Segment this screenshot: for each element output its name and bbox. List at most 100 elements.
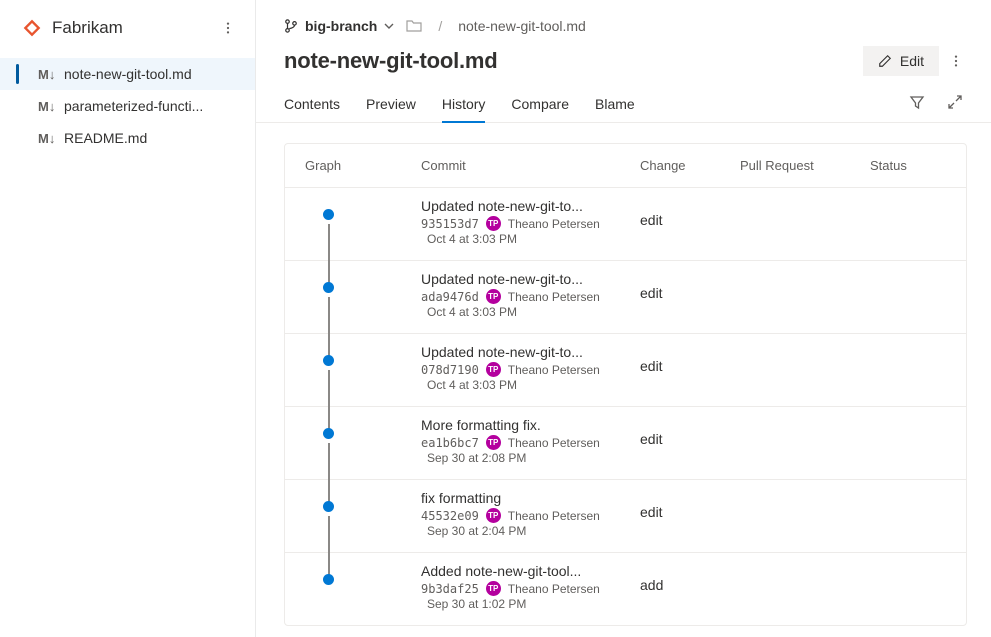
change-cell: edit [640, 344, 740, 374]
graph-cell [301, 198, 421, 250]
more-actions-icon[interactable] [949, 54, 963, 68]
file-list: M↓ note-new-git-tool.md M↓parameterized-fu… [0, 56, 255, 154]
commit-cell: fix formatting 45532e09 TP Theano PetersenS… [421, 490, 640, 538]
commit-hash[interactable]: ada9476d [421, 290, 479, 304]
commit-meta: ea1b6bc7 TP Theano Petersen [421, 435, 640, 450]
avatar: TP [486, 581, 501, 596]
commit-date: Sep 30 at 2:04 PM [421, 524, 640, 538]
commit-cell: Updated note-new-git-to... 935153d7 TP Thea… [421, 198, 640, 246]
markdown-icon: M↓ [38, 67, 56, 82]
tab-preview[interactable]: Preview [366, 88, 416, 122]
graph-cell [301, 271, 421, 323]
brand-icon [22, 18, 42, 38]
commit-cell: Updated note-new-git-to... 078d7190TPThea… [421, 344, 640, 392]
edit-label: Edit [900, 53, 924, 69]
commit-meta: 9b3daf25 TP Theano Petersen [421, 581, 640, 596]
edit-button[interactable]: Edit [863, 46, 939, 76]
history-row[interactable]: More formatting fix. ea1b6bc7 TP Theano Pet… [285, 406, 966, 479]
commit-date: Sep 30 at 2:08 PM [421, 451, 640, 465]
history-header: Graph Commit Change Pull Request Status [285, 144, 966, 187]
markdown-icon: M↓ [38, 131, 56, 146]
commit-hash[interactable]: 935153d7 [421, 217, 479, 231]
graph-cell [301, 490, 421, 542]
commit-dot-icon [323, 574, 334, 585]
sidebar-header: Fabrikam [0, 0, 255, 56]
commit-cell: More formatting fix. ea1b6bc7 TP Theano Pet… [421, 417, 640, 465]
commit-title[interactable]: fix formatting [421, 490, 640, 506]
commit-title[interactable]: Updated note-new-git-to... [421, 198, 640, 214]
history-row[interactable]: Added note-new-git-tool... 9b3daf25 TP Thea… [285, 552, 966, 625]
tab-compare[interactable]: Compare [511, 88, 569, 122]
header-status[interactable]: Status [870, 158, 950, 173]
commit-dot-icon [323, 355, 334, 366]
tabs-row: Contents Preview History Compare Blame [256, 84, 991, 123]
header-pull-request[interactable]: Pull Request [740, 158, 870, 173]
commit-title[interactable]: Added note-new-git-tool... [421, 563, 640, 579]
change-cell: edit [640, 198, 740, 228]
graph-cell [301, 563, 421, 615]
commit-dot-icon [323, 282, 334, 293]
commit-author[interactable]: Theano Petersen [508, 217, 600, 231]
branch-name: big-branch [305, 18, 377, 34]
topbar: big-branch / note-new-git-tool.md [256, 0, 991, 34]
history-table: Graph Commit Change Pull Request Status … [284, 143, 967, 626]
commit-hash[interactable]: 078d7190 [421, 363, 479, 377]
page-title: note-new-git-tool.md [284, 48, 498, 74]
fullscreen-icon[interactable] [947, 94, 963, 110]
commit-cell: Updated note-new-git-to...ada9476dTPThea… [421, 271, 640, 319]
commit-hash[interactable]: 45532e09 [421, 509, 479, 523]
commit-title[interactable]: More formatting fix. [421, 417, 640, 433]
history-row[interactable]: Updated note-new-git-to... 935153d7 TP Thea… [285, 187, 966, 260]
content: Graph Commit Change Pull Request Status … [256, 123, 991, 637]
commit-dot-icon [323, 501, 334, 512]
breadcrumb-file[interactable]: note-new-git-tool.md [458, 18, 586, 34]
brand[interactable]: Fabrikam [22, 18, 123, 38]
commit-date: Oct 4 at 3:03 PM [421, 232, 640, 246]
commit-author[interactable]: Theano Petersen [508, 436, 600, 450]
more-icon[interactable] [221, 21, 235, 35]
tab-history[interactable]: History [442, 88, 486, 122]
commit-hash[interactable]: ea1b6bc7 [421, 436, 479, 450]
header-commit[interactable]: Commit [421, 158, 640, 173]
main: big-branch / note-new-git-tool.md note-n… [256, 0, 991, 637]
avatar: TP [486, 216, 501, 231]
change-cell: edit [640, 490, 740, 520]
avatar: TP [486, 508, 501, 523]
filter-icon[interactable] [909, 94, 925, 110]
title-actions: Edit [863, 46, 963, 76]
commit-title[interactable]: Updated note-new-git-to... [421, 344, 640, 360]
commit-date: Oct 4 at 3:03 PM [421, 378, 640, 392]
history-row[interactable]: Updated note-new-git-to... 078d7190TPThea… [285, 333, 966, 406]
history-row[interactable]: Updated note-new-git-to...ada9476dTPThea… [285, 260, 966, 333]
graph-cell [301, 344, 421, 396]
file-item[interactable]: M↓ note-new-git-tool.md [0, 58, 255, 90]
commit-meta: 078d7190TPTheano Petersen [421, 362, 640, 377]
tab-contents[interactable]: Contents [284, 88, 340, 122]
title-row: note-new-git-tool.md Edit [256, 34, 991, 84]
file-label: note-new-git-tool.md [64, 66, 192, 82]
change-cell: add [640, 563, 740, 593]
commit-author[interactable]: Theano Petersen [508, 290, 600, 304]
file-item[interactable]: M↓parameterized-functi... [0, 90, 255, 122]
commit-author[interactable]: Theano Petersen [508, 582, 600, 596]
branch-picker[interactable]: big-branch [284, 18, 394, 34]
commit-dot-icon [323, 428, 334, 439]
pencil-icon [878, 54, 892, 68]
branch-icon [284, 19, 298, 33]
header-change[interactable]: Change [640, 158, 740, 173]
avatar: TP [486, 435, 501, 450]
tab-blame[interactable]: Blame [595, 88, 635, 122]
tabs-right [909, 94, 963, 116]
history-row[interactable]: fix formatting 45532e09 TP Theano PetersenS… [285, 479, 966, 552]
commit-date: Sep 30 at 1:02 PM [421, 597, 640, 611]
file-item[interactable]: M↓README.md [0, 122, 255, 154]
markdown-icon: M↓ [38, 99, 56, 114]
commit-title[interactable]: Updated note-new-git-to... [421, 271, 640, 287]
commit-hash[interactable]: 9b3daf25 [421, 582, 479, 596]
commit-author[interactable]: Theano Petersen [508, 509, 600, 523]
commit-author[interactable]: Theano Petersen [508, 363, 600, 377]
commit-meta: 935153d7 TP Theano Petersen [421, 216, 640, 231]
folder-icon[interactable] [406, 19, 422, 33]
header-graph[interactable]: Graph [301, 158, 421, 173]
commit-cell: Added note-new-git-tool... 9b3daf25 TP Thea… [421, 563, 640, 611]
